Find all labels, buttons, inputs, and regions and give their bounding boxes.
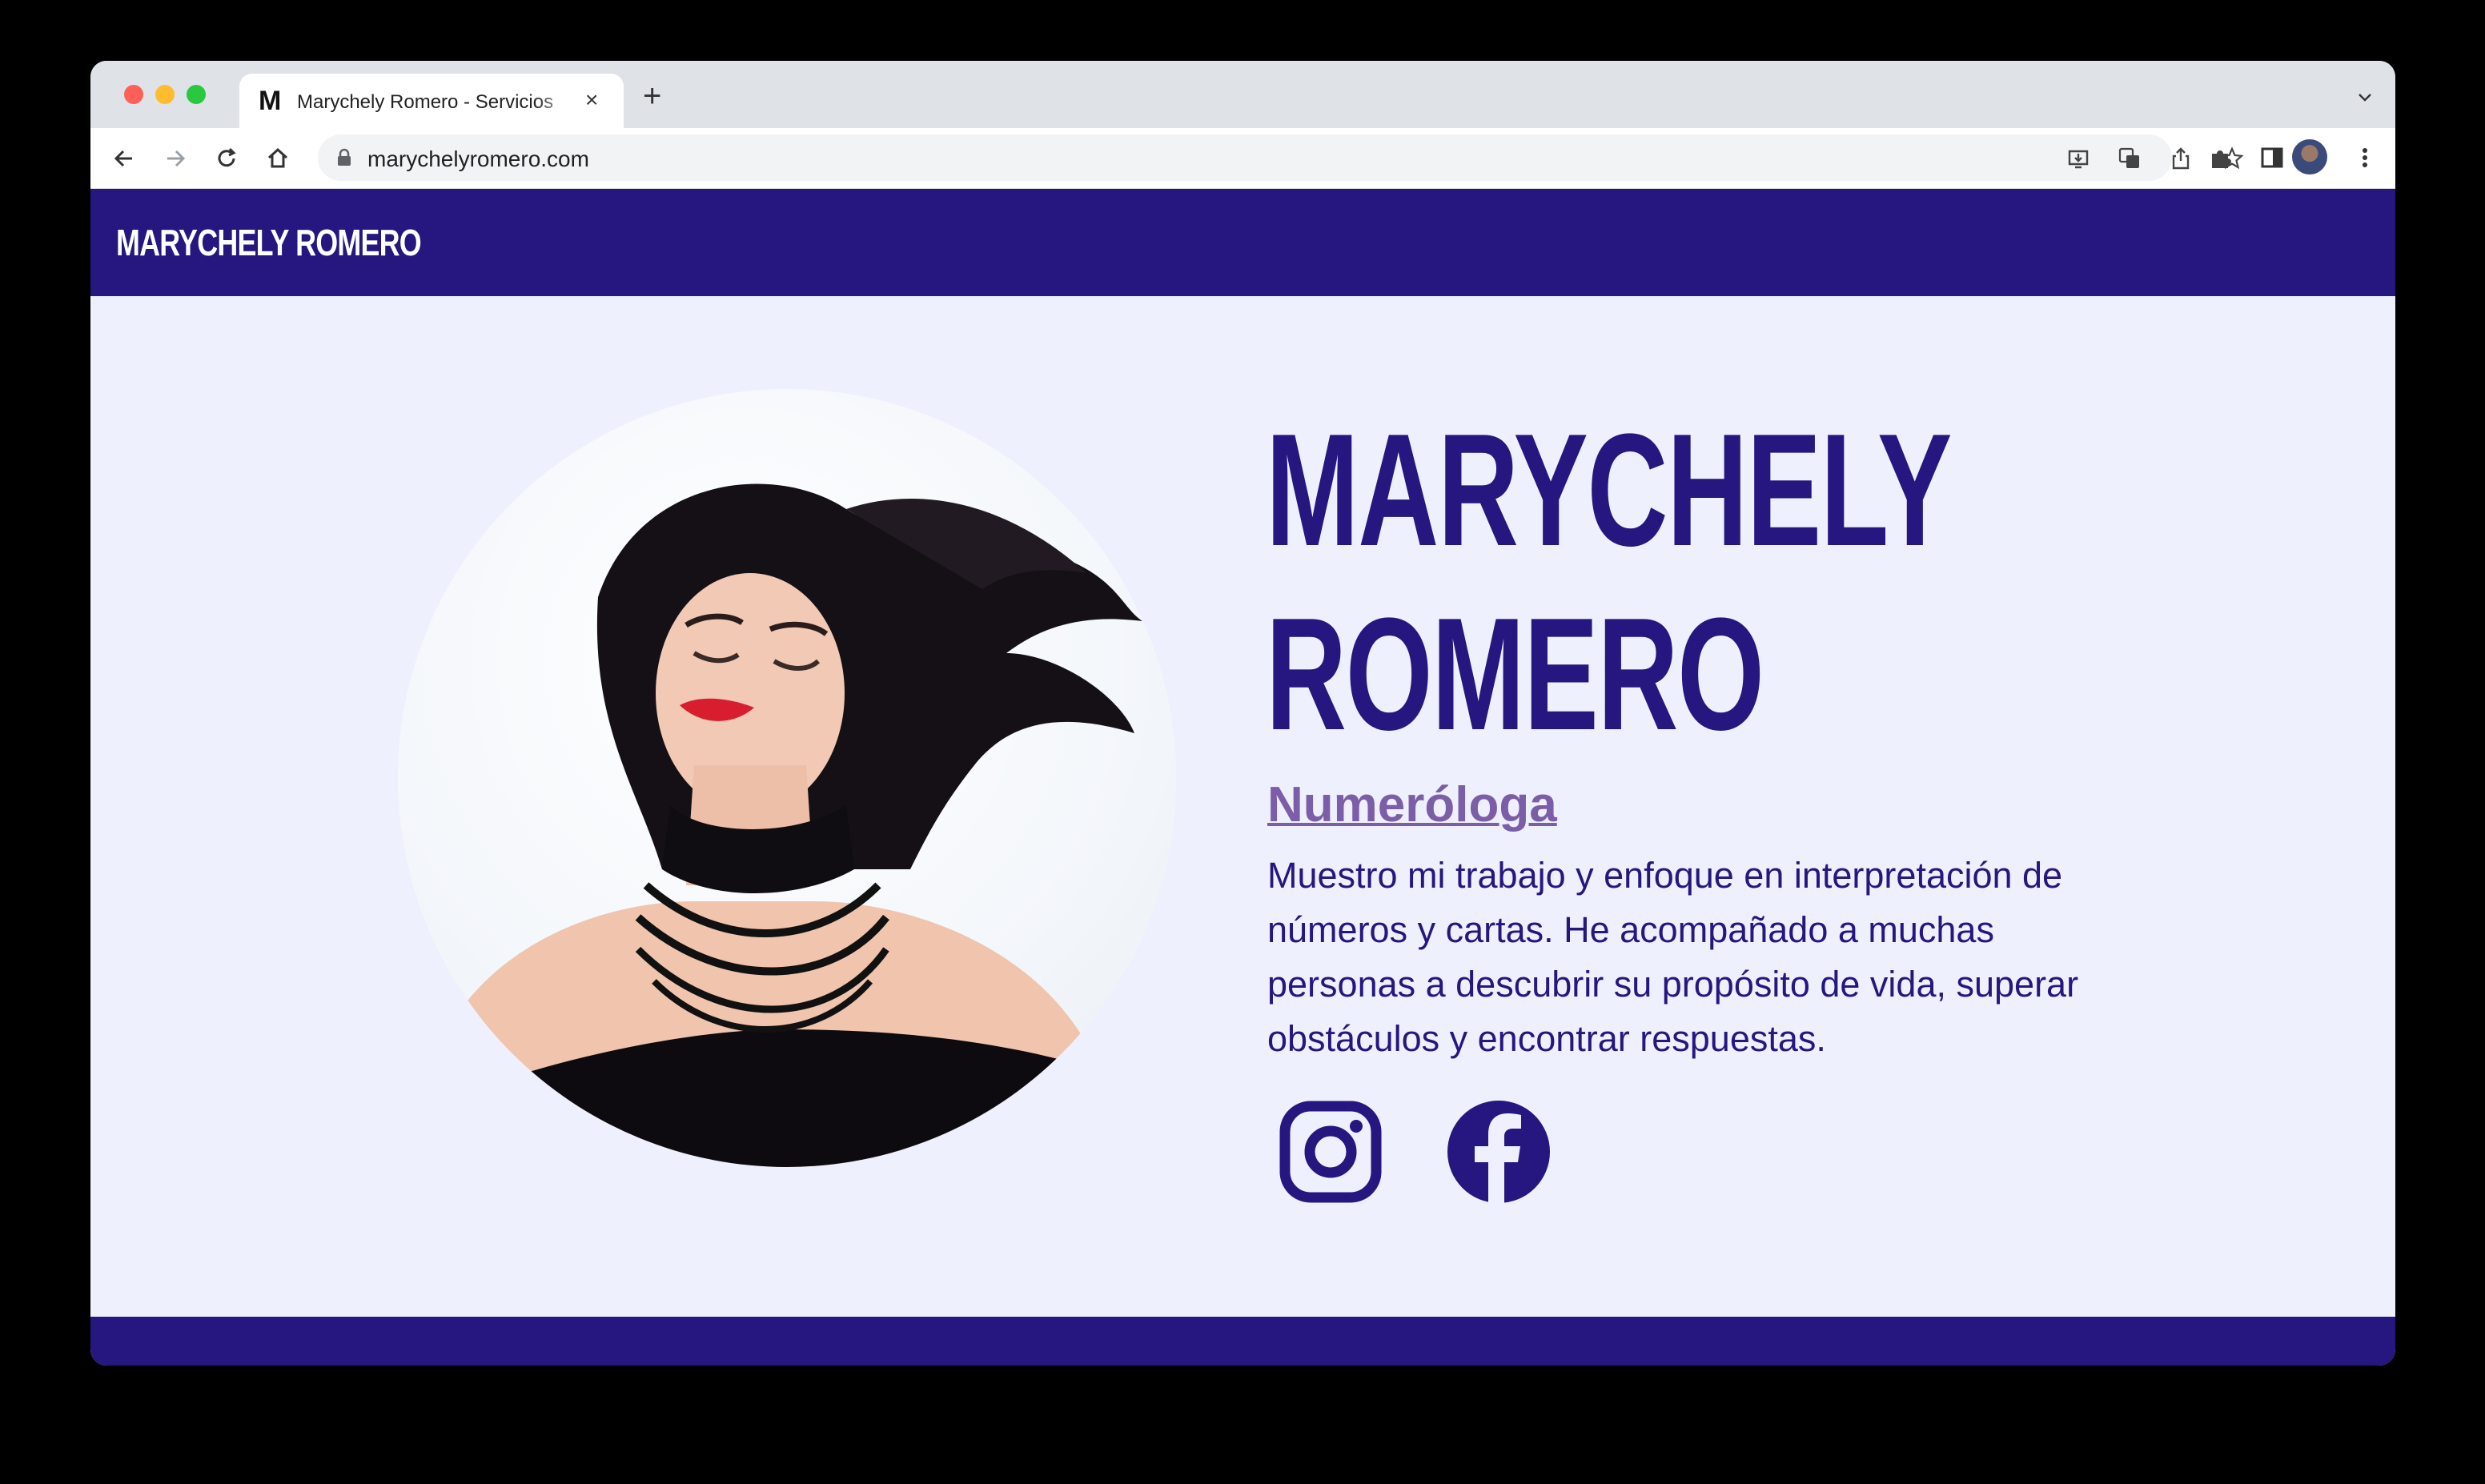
hero-section: MARYCHELY ROMERO Numeróloga Muestro mi t… — [90, 296, 2395, 1317]
tab-favicon: M — [259, 86, 282, 116]
side-panel-icon[interactable] — [2258, 144, 2286, 171]
instagram-icon[interactable] — [1279, 1100, 1383, 1204]
hero-name: MARYCHELY ROMERO — [1266, 399, 1952, 767]
portrait-photo — [398, 389, 1176, 1167]
home-icon[interactable] — [263, 144, 292, 173]
site-header: MARYCHELY ROMERO — [90, 189, 2395, 296]
close-window-button[interactable] — [124, 85, 143, 104]
bio-paragraph: Muestro mi trabajo y enfoque en interpre… — [1267, 855, 2079, 1059]
facebook-icon[interactable] — [1447, 1100, 1551, 1204]
translate-icon[interactable] — [2118, 146, 2142, 170]
lock-icon — [338, 148, 351, 166]
address-bar[interactable]: marychelyromero.com — [318, 134, 2244, 181]
hero-name-line2: ROMERO — [1266, 585, 1764, 764]
browser-tab[interactable]: M Marychely Romero - Servicios × — [239, 74, 624, 128]
tab-title: Marychely Romero - Servicios — [297, 91, 554, 113]
more-menu-icon[interactable] — [2351, 144, 2379, 171]
reload-icon[interactable] — [212, 144, 241, 173]
forward-arrow-icon[interactable] — [161, 144, 190, 173]
footer-bar — [90, 1317, 2395, 1366]
profession-link[interactable]: Numeróloga — [1267, 776, 1557, 833]
browser-toolbar: marychelyromero.com — [90, 128, 2395, 189]
url-text: marychelyromero.com — [367, 146, 589, 171]
tab-close-icon[interactable]: × — [585, 88, 598, 112]
chevron-down-icon[interactable] — [2355, 88, 2375, 107]
maximize-window-button[interactable] — [187, 85, 206, 104]
install-app-icon[interactable] — [2066, 146, 2090, 170]
minimize-window-button[interactable] — [155, 85, 175, 104]
share-icon[interactable] — [2169, 146, 2193, 170]
profile-avatar[interactable] — [2292, 139, 2327, 174]
extensions-icon[interactable] — [2207, 144, 2234, 171]
new-tab-button[interactable]: + — [643, 80, 661, 112]
back-arrow-icon[interactable] — [110, 144, 139, 173]
portrait-illustration — [422, 483, 1142, 1167]
site-logo[interactable]: MARYCHELY ROMERO — [116, 221, 422, 264]
browser-window: M Marychely Romero - Servicios × + maryc… — [90, 61, 2395, 1366]
tab-strip: M Marychely Romero - Servicios × + — [90, 61, 2395, 128]
hero-name-line1: MARYCHELY — [1266, 401, 1952, 580]
